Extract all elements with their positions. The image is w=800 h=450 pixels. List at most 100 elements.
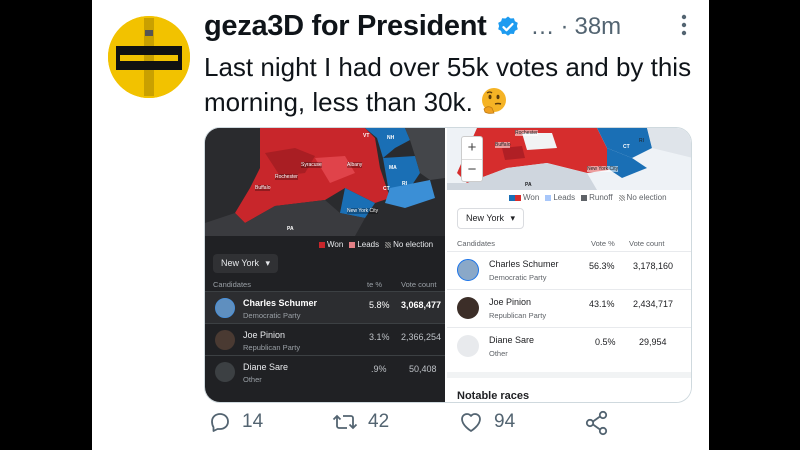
reply-button[interactable]: 14 [208, 410, 263, 434]
map-label-pa: PA [287, 226, 294, 232]
candidate-name: Diane Sare [489, 335, 535, 345]
map-label-vt: VT [363, 133, 370, 139]
zoom-in-button[interactable]: + [462, 137, 482, 160]
light-col-candidates: Candidates [457, 239, 495, 248]
candidate-name: Charles Schumer [243, 298, 318, 308]
map-label-rochester: Rochester [515, 130, 538, 136]
map-label-ri: RI [402, 181, 407, 187]
candidate-votes: 2,366,254 [401, 332, 442, 342]
display-name[interactable]: geza3D for President [204, 10, 487, 43]
like-count: 94 [494, 411, 516, 432]
thinking-face-icon [482, 88, 507, 114]
candidate-votes: 50,408 [409, 364, 437, 374]
dark-row-schumer[interactable]: Charles Schumer Democratic Party 5.8% 3,… [205, 291, 445, 323]
zoom-controls: + − [461, 136, 483, 182]
cross-logo-icon [108, 16, 190, 98]
light-legend: Won Leads Runoff No election [509, 193, 667, 202]
tweet-body: Last night I had over 55k votes and by t… [204, 52, 692, 117]
candidate-votes: 29,954 [639, 337, 667, 347]
candidate-party: Republican Party [243, 343, 301, 352]
light-row-pinion[interactable]: Joe Pinion Republican Party 43.1% 2,434,… [447, 289, 691, 327]
light-state-select[interactable]: New York ▾ [457, 208, 525, 229]
share-icon [585, 410, 608, 436]
dark-col-votecount: Vote count [401, 280, 437, 289]
chevron-down-icon: ▾ [510, 213, 516, 223]
legend-leads: Leads [545, 193, 575, 202]
candidate-party: Democratic Party [489, 273, 547, 282]
timestamp[interactable]: 38m [574, 13, 621, 41]
tweet: geza3D for President … · 38m Last night … [92, 0, 709, 450]
notable-races-heading: Notable races [457, 390, 530, 402]
more-options-icon[interactable] [681, 14, 687, 36]
map-label-ma: MA [389, 165, 397, 171]
tweet-text: Last night I had over 55k votes and by t… [204, 50, 694, 120]
separator: · [560, 12, 569, 40]
candidate-name: Diane Sare [243, 362, 289, 372]
map-label-rochester: Rochester [275, 174, 298, 180]
heart-icon [461, 413, 481, 432]
legend-runoff: Runoff [581, 193, 613, 202]
candidate-photo [215, 298, 235, 318]
legend-leads: Leads [349, 240, 379, 249]
dark-legend: Won Leads No election [319, 240, 433, 249]
legend-no-election: No election [385, 240, 433, 249]
candidate-pct: 5.8% [369, 300, 390, 310]
zoom-out-button[interactable]: − [462, 160, 482, 182]
share-button[interactable] [584, 410, 620, 436]
dark-col-votepct: te % [367, 280, 383, 289]
candidate-name: Joe Pinion [489, 297, 532, 307]
map-label-ri: RI [639, 138, 644, 144]
map-label-buffalo: Buffalo [495, 142, 511, 148]
legend-no-election: No election [618, 193, 667, 202]
dark-row-pinion[interactable]: Joe Pinion Republican Party 3.1% 2,366,2… [205, 323, 445, 355]
like-button[interactable]: 94 [458, 410, 515, 434]
verified-badge-icon [498, 16, 519, 36]
dark-state-select[interactable]: New York ▾ [213, 254, 279, 273]
light-row-schumer[interactable]: Charles Schumer Democratic Party 56.3% 3… [447, 251, 691, 289]
light-state-select-value: New York [466, 213, 505, 223]
map-label-syracuse: Syracuse [301, 162, 322, 168]
light-row-sare[interactable]: Diane Sare Other 0.5% 29,954 [447, 327, 691, 365]
candidate-name: Joe Pinion [243, 330, 286, 340]
candidate-name: Charles Schumer [489, 259, 559, 269]
candidate-photo [215, 330, 235, 350]
reply-icon [211, 413, 229, 432]
map-label-nh: NH [387, 135, 395, 141]
candidate-pct: .9% [371, 364, 387, 374]
reply-count: 14 [242, 411, 264, 432]
legend-won: Won [319, 240, 343, 249]
candidate-pct: 56.3% [589, 261, 615, 271]
map-label-albany: Albany [347, 162, 363, 168]
divider [447, 372, 691, 378]
chevron-down-icon: ▾ [265, 258, 271, 268]
candidate-votes: 3,068,477 [401, 300, 442, 310]
map-label-pa: PA [525, 182, 532, 188]
candidate-party: Other [489, 349, 508, 358]
legend-won: Won [509, 193, 539, 202]
candidate-pct: 43.1% [589, 299, 615, 309]
candidate-pct: 3.1% [369, 332, 390, 342]
candidate-photo [457, 259, 479, 281]
candidate-pct: 0.5% [595, 337, 616, 347]
media-image[interactable]: VT NH Syracuse Albany MA Rochester Buffa… [204, 127, 692, 403]
dark-row-sare[interactable]: Diane Sare Other .9% 50,408 [205, 355, 445, 387]
dark-state-select-value: New York [221, 258, 260, 268]
light-col-votecount: Vote count [629, 239, 665, 248]
map-label-ct: CT [383, 186, 390, 192]
tweet-header: geza3D for President … · 38m [204, 10, 621, 43]
candidate-party: Democratic Party [243, 311, 301, 320]
map-label-nyc: New York City [347, 208, 379, 214]
candidate-party: Republican Party [489, 311, 547, 320]
dark-map[interactable]: VT NH Syracuse Albany MA Rochester Buffa… [205, 128, 445, 236]
candidate-party: Other [243, 375, 262, 384]
dark-results-panel: VT NH Syracuse Albany MA Rochester Buffa… [205, 128, 445, 402]
candidate-photo-placeholder [215, 362, 235, 382]
retweet-count: 42 [368, 411, 390, 432]
candidate-photo-placeholder [457, 335, 479, 357]
retweet-button[interactable]: 42 [332, 410, 389, 434]
dark-col-candidates: Candidates [213, 280, 251, 289]
light-map[interactable]: Rochester Buffalo CT RI New York City PA… [447, 128, 691, 190]
avatar[interactable] [108, 16, 190, 98]
map-label-ct: CT [623, 144, 630, 150]
light-state-map [447, 128, 691, 190]
